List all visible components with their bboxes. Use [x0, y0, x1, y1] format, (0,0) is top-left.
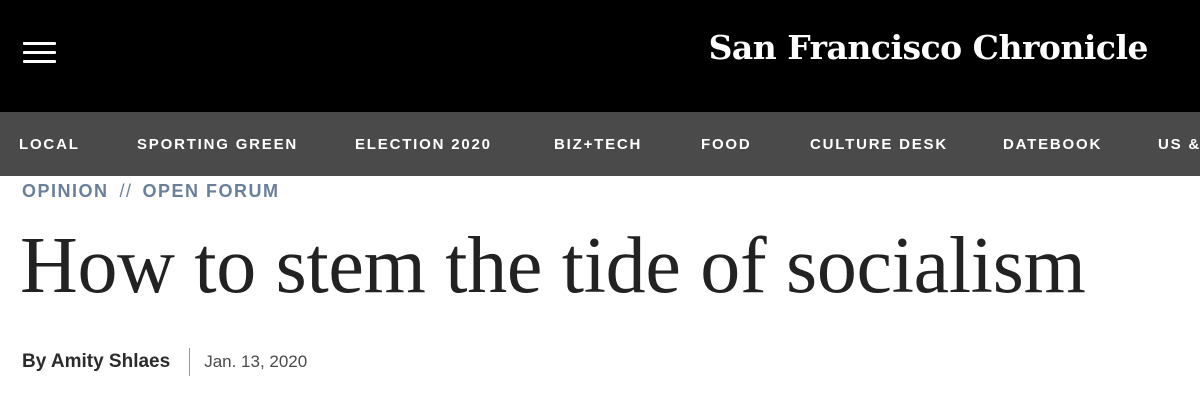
nav-item-election-2020[interactable]: ELECTION 2020 [355, 112, 492, 176]
section-breadcrumb: OPINION // OPEN FORUM [22, 178, 280, 204]
menu-line [23, 42, 56, 45]
menu-line [23, 51, 56, 54]
article-byline: By Amity Shlaes Jan. 13, 2020 [22, 346, 307, 378]
hamburger-menu-icon[interactable] [23, 40, 56, 66]
section-link-opinion[interactable]: OPINION [22, 181, 109, 201]
article-headline: How to stem the tide of socialism [20, 222, 1086, 310]
nav-item-culture-desk[interactable]: CULTURE DESK [810, 112, 948, 176]
nav-item-us-world[interactable]: US & [1158, 112, 1200, 176]
menu-line [23, 60, 56, 63]
nav-item-datebook[interactable]: DATEBOOK [1003, 112, 1102, 176]
section-link-open-forum[interactable]: OPEN FORUM [143, 181, 280, 201]
nav-item-local[interactable]: LOCAL [19, 112, 80, 176]
site-logo[interactable]: San Francisco Chronicle [709, 26, 1149, 70]
nav-item-sporting-green[interactable]: SPORTING GREEN [137, 112, 298, 176]
breadcrumb-separator: // [119, 181, 133, 201]
section-nav: LOCAL SPORTING GREEN ELECTION 2020 BIZ+T… [0, 112, 1200, 176]
publish-date: Jan. 13, 2020 [204, 352, 308, 371]
author-link[interactable]: By Amity Shlaes [22, 351, 170, 372]
nav-item-food[interactable]: FOOD [701, 112, 752, 176]
byline-divider [189, 347, 191, 376]
nav-item-biz-tech[interactable]: BIZ+TECH [554, 112, 642, 176]
site-header: San Francisco Chronicle [0, 0, 1200, 112]
